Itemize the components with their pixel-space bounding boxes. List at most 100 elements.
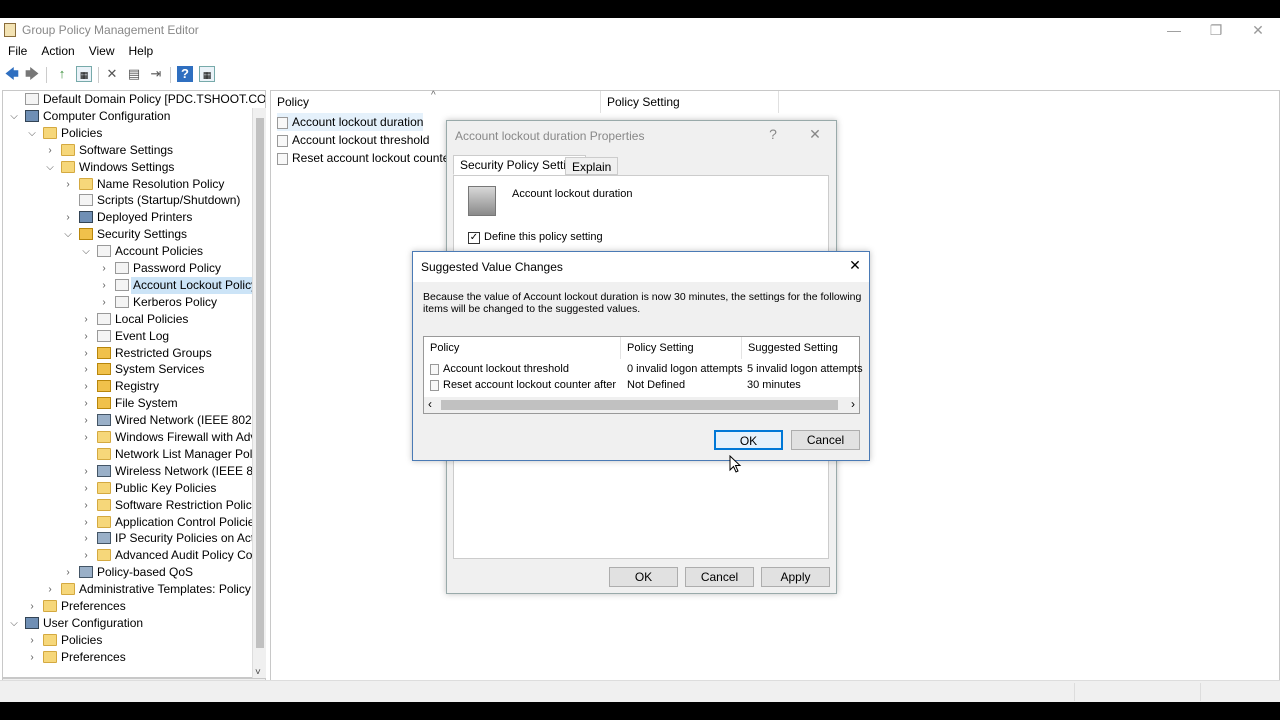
expand-chevron-icon[interactable]: › [81,395,91,412]
expand-chevron-icon[interactable]: › [99,260,109,277]
action-pane-icon[interactable]: ▦ [199,66,215,82]
tree-vscroll-thumb[interactable] [256,118,264,648]
tree-node-label: IP Security Policies on Activ [115,531,263,546]
expand-chevron-icon[interactable]: › [81,311,91,328]
folder-icon [43,600,57,612]
menu-help[interactable]: Help [121,42,160,58]
expand-chevron-icon[interactable]: › [81,463,91,480]
list-horizontal-scrollbar[interactable]: ‹ › [424,397,859,413]
expand-chevron-icon[interactable]: › [81,497,91,514]
expand-chevron-icon[interactable]: › [27,649,37,666]
suggested-changes-list[interactable]: Policy Policy Setting Suggested Setting … [423,336,863,414]
tree-node-label: Account Lockout Policy [131,276,260,294]
doc-icon [115,278,129,291]
collapse-chevron-icon[interactable]: ⌵ [45,159,55,176]
menu-action[interactable]: Action [33,42,80,58]
column-header-policy[interactable]: Policy ^ [271,90,601,113]
menu-view[interactable]: View [81,42,121,58]
list-header-suggested-setting[interactable]: Suggested Setting [742,337,860,359]
status-divider [1200,683,1201,701]
console-tree[interactable]: Default Domain Policy [PDC.TSHOOT.COM] P… [2,90,266,678]
expand-chevron-icon[interactable]: › [45,581,55,598]
expand-chevron-icon[interactable]: › [81,328,91,345]
tree-vertical-scrollbar[interactable]: ˅ [252,108,266,678]
menu-bar: File Action View Help [0,42,1280,62]
close-button[interactable]: ✕ [1238,20,1278,40]
collapse-chevron-icon[interactable]: ⌵ [9,108,19,125]
suggested-row-policy[interactable]: Account lockout threshold [430,361,569,377]
collapse-chevron-icon[interactable]: ⌵ [27,125,37,142]
properties-icon[interactable]: ▤ [126,66,142,82]
expand-chevron-icon[interactable]: › [27,598,37,615]
list-header-policy[interactable]: Policy [424,337,621,359]
suggested-row-policy[interactable]: Reset account lockout counter after [430,377,616,393]
doc-icon [115,295,129,308]
expand-chevron-icon[interactable]: › [81,530,91,547]
policy-row[interactable]: Account lockout threshold [277,131,429,149]
properties-ok-button[interactable]: OK [609,567,678,587]
title-bar: Group Policy Management Editor — ❐ ✕ [0,18,1280,42]
expand-chevron-icon[interactable]: › [81,429,91,446]
column-header-policy-setting[interactable]: Policy Setting [601,91,779,113]
expand-chevron-icon[interactable]: › [81,547,91,564]
expand-chevron-icon[interactable]: › [81,514,91,531]
toolbar: 🡄 🡆 ↑ ▦ ✕ ▤ ⇥ ? ▦ [0,64,1280,84]
tree-node-label: Kerberos Policy [133,294,218,309]
suggested-cancel-button[interactable]: Cancel [791,430,860,450]
back-arrow-icon[interactable]: 🡄 [4,66,20,82]
properties-cancel-button[interactable]: Cancel [685,567,754,587]
dialog-help-icon[interactable]: ? [763,125,783,143]
dialog-close-icon[interactable]: ✕ [805,125,825,143]
collapse-chevron-icon[interactable]: ⌵ [9,615,19,632]
tree-node-label: Policies [61,632,103,647]
properties-dialog-title: Account lockout duration Properties [455,129,645,143]
scroll-down-icon[interactable]: ˅ [255,667,261,678]
suggested-ok-button[interactable]: OK [714,430,783,450]
expand-chevron-icon[interactable]: › [81,480,91,497]
lock-icon [97,380,111,393]
expand-chevron-icon[interactable]: › [63,209,73,226]
policy-setting-icon [430,363,439,375]
tree-node-label: System Services [115,362,205,377]
expand-chevron-icon[interactable]: › [99,294,109,311]
list-scroll-left-icon[interactable]: ‹ [428,397,432,412]
list-scroll-right-icon[interactable]: › [851,397,855,412]
list-hscroll-thumb[interactable] [441,400,838,410]
restore-button[interactable]: ❐ [1196,20,1236,40]
expand-chevron-icon[interactable]: › [99,277,109,294]
folder-icon [61,583,75,596]
menu-file[interactable]: File [0,42,33,58]
policy-row[interactable]: Reset account lockout counter [277,149,453,167]
expand-chevron-icon[interactable]: › [63,564,73,581]
gpme-app-icon [4,23,16,37]
expand-chevron-icon[interactable]: › [81,361,91,378]
up-folder-icon[interactable]: ↑ [54,66,70,82]
minimize-button[interactable]: — [1154,20,1194,40]
list-header-policy-setting[interactable]: Policy Setting [621,337,742,359]
lock-icon [97,363,111,376]
tab-explain[interactable]: Explain [565,157,619,175]
expand-chevron-icon[interactable]: › [81,412,91,429]
net-icon [97,532,111,545]
show-hide-tree-icon[interactable]: ▦ [76,66,92,82]
suggested-dialog-close-icon[interactable]: ✕ [845,256,865,274]
properties-apply-button[interactable]: Apply [761,567,830,587]
folder-icon [97,431,111,443]
collapse-chevron-icon[interactable]: ⌵ [81,243,91,260]
policy-setting-icon [277,152,288,165]
folder-icon [97,515,111,528]
delete-icon[interactable]: ✕ [104,66,120,82]
expand-chevron-icon[interactable]: › [45,142,55,159]
policy-row[interactable]: Account lockout duration [277,113,424,131]
expand-chevron-icon[interactable]: › [81,345,91,362]
collapse-chevron-icon[interactable]: ⌵ [63,226,73,243]
suggested-row-suggested: 5 invalid logon attempts [747,363,863,375]
define-policy-checkbox[interactable]: ✓ [468,232,480,244]
help-icon[interactable]: ? [177,66,193,82]
forward-arrow-icon[interactable]: 🡆 [24,66,40,82]
export-list-icon[interactable]: ⇥ [148,66,164,82]
policy-setting-icon [430,379,439,391]
expand-chevron-icon[interactable]: › [63,176,73,193]
expand-chevron-icon[interactable]: › [27,632,37,649]
expand-chevron-icon[interactable]: › [81,378,91,395]
